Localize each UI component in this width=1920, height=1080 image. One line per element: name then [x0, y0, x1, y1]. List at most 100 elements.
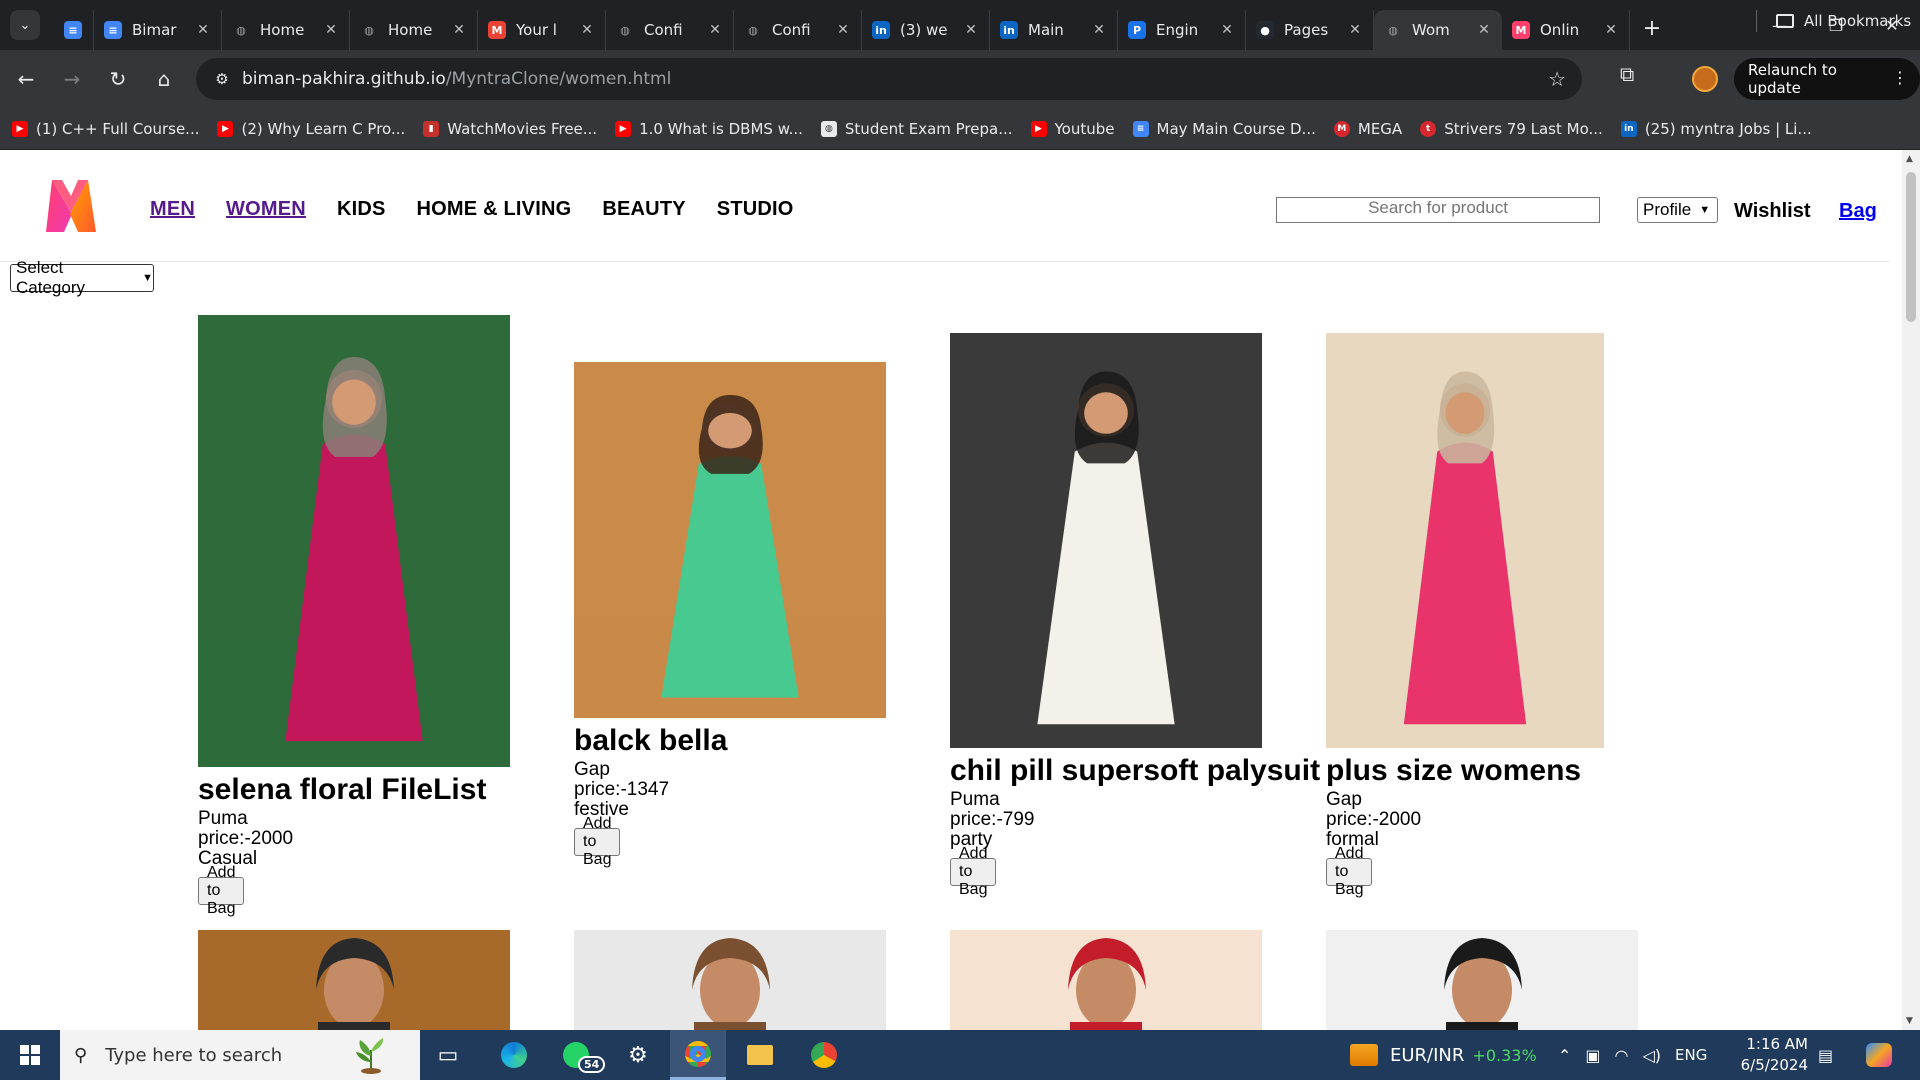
close-tab-icon[interactable]: ✕	[1219, 22, 1235, 38]
address-bar[interactable]: ⚙ biman-pakhira.github.io/MyntraClone/wo…	[196, 58, 1582, 100]
product-image[interactable]	[1326, 333, 1604, 748]
myntra-logo[interactable]	[42, 174, 100, 234]
browser-tab[interactable]: ◍ Confi ✕	[734, 10, 862, 50]
close-tab-icon[interactable]: ✕	[195, 22, 211, 38]
close-tab-icon[interactable]: ✕	[1603, 22, 1619, 38]
product-name: chil pill supersoft palysuit	[950, 754, 1321, 787]
chrome-profile-icon[interactable]	[796, 1030, 852, 1080]
browser-tab[interactable]: ◍ Home ✕	[350, 10, 478, 50]
all-bookmarks-button[interactable]: All Bookmarks	[1776, 0, 1911, 42]
browser-tab[interactable]: ≡	[52, 10, 94, 50]
browser-tab[interactable]: ◍ Confi ✕	[606, 10, 734, 50]
profile-dropdown[interactable]: Profile ▼	[1637, 197, 1718, 223]
nav-item-kids[interactable]: KIDS	[337, 198, 386, 221]
product-image[interactable]	[198, 930, 510, 1030]
notifications-icon[interactable]: ▤	[1818, 1030, 1833, 1080]
browser-tab[interactable]: ● Pages ✕	[1246, 10, 1374, 50]
scrollbar-thumb[interactable]	[1906, 172, 1916, 322]
bookmark-item[interactable]: ◍ Student Exam Prepa...	[820, 120, 1013, 138]
add-to-bag-button[interactable]: Add to Bag	[1326, 845, 1373, 898]
product-image[interactable]	[1326, 930, 1638, 1030]
product-image[interactable]	[574, 362, 886, 718]
taskbar-clock[interactable]: 1:16 AM 6/5/2024	[1718, 1034, 1808, 1076]
ticker-change: +0.33%	[1472, 1045, 1537, 1065]
chrome-icon[interactable]	[670, 1030, 726, 1080]
browser-tab[interactable]: M Onlin ✕	[1502, 10, 1630, 50]
category-dropdown[interactable]: Select Category ▼	[10, 258, 154, 297]
bookmark-item[interactable]: ≡ May Main Course D...	[1132, 120, 1316, 138]
nav-item-men[interactable]: MEN	[150, 198, 195, 221]
close-tab-icon[interactable]: ✕	[451, 22, 467, 38]
bookmark-item[interactable]: ▮ WatchMovies Free...	[423, 120, 597, 138]
home-button[interactable]: ⌂	[144, 59, 184, 99]
scroll-up-icon[interactable]: ▲	[1906, 154, 1913, 164]
edge-icon[interactable]	[486, 1030, 542, 1080]
browser-tab[interactable]: ◍ Wom ✕	[1374, 10, 1502, 50]
browser-tab[interactable]: M Your l ✕	[478, 10, 606, 50]
nav-item-studio[interactable]: STUDIO	[717, 198, 794, 221]
copilot-icon[interactable]	[1866, 1030, 1892, 1080]
wifi-icon[interactable]: ◠	[1615, 1046, 1629, 1065]
product-image[interactable]	[950, 333, 1262, 748]
nav-item-women[interactable]: WOMEN	[226, 198, 306, 221]
bookmark-star-icon[interactable]: ☆	[1548, 67, 1566, 91]
task-view-icon[interactable]: ▭	[420, 1030, 476, 1080]
file-explorer-icon[interactable]	[732, 1030, 788, 1080]
volume-icon[interactable]: ◁)	[1643, 1046, 1662, 1065]
new-tab-button[interactable]: +	[1636, 12, 1668, 44]
bookmark-item[interactable]: ▶ 1.0 What is DBMS w...	[615, 120, 803, 138]
taskbar-search[interactable]: ⚲ Type here to search	[60, 1030, 420, 1080]
reload-button[interactable]: ↻	[98, 59, 138, 99]
tab-strip: ≡ ≡ Bimar ✕ ◍ Home ✕ ◍ Home ✕ M Your l ✕ ◍ Confi ✕ ◍ Conf…	[52, 10, 1630, 50]
bookmark-item[interactable]: ▶ (1) C++ Full Course...	[12, 120, 199, 138]
add-to-bag-button[interactable]: Add to Bag	[574, 815, 621, 868]
wishlist-link[interactable]: Wishlist	[1734, 200, 1811, 223]
close-tab-icon[interactable]: ✕	[963, 22, 979, 38]
chevron-up-icon[interactable]: ⌃	[1558, 1046, 1571, 1065]
browser-tab[interactable]: ◍ Home ✕	[222, 10, 350, 50]
back-button[interactable]: ←	[6, 59, 46, 99]
product-image[interactable]	[198, 315, 510, 767]
search-input[interactable]: Search for product	[1276, 197, 1600, 223]
product-image[interactable]	[950, 930, 1262, 1030]
browser-tab[interactable]: ≡ Bimar ✕	[94, 10, 222, 50]
bag-link[interactable]: Bag	[1839, 200, 1877, 223]
scroll-down-icon[interactable]: ▼	[1906, 1016, 1913, 1026]
close-tab-icon[interactable]: ✕	[1091, 22, 1107, 38]
extensions-icon[interactable]: ⧉	[1620, 62, 1634, 86]
site-info-icon[interactable]: ⚙	[202, 70, 242, 88]
menu-dots-icon[interactable]: ⋮	[1892, 68, 1908, 87]
browser-tab[interactable]: P Engin ✕	[1118, 10, 1246, 50]
url-text: biman-pakhira.github.io/MyntraClone/wome…	[242, 69, 671, 89]
browser-tab[interactable]: in (3) we ✕	[862, 10, 990, 50]
tab-label: Confi	[644, 21, 683, 39]
bookmark-item[interactable]: ▶ (2) Why Learn C Pro...	[217, 120, 405, 138]
product-price: price:-799	[950, 809, 1035, 830]
close-tab-icon[interactable]: ✕	[323, 22, 339, 38]
add-to-bag-button[interactable]: Add to Bag	[198, 864, 245, 917]
nav-item-beauty[interactable]: BEAUTY	[602, 198, 685, 221]
bookmark-item[interactable]: ▶ Youtube	[1030, 120, 1115, 138]
bookmark-item[interactable]: t Strivers 79 Last Mo...	[1420, 120, 1603, 138]
meet-icon[interactable]: ▣	[1585, 1046, 1600, 1065]
close-tab-icon[interactable]: ✕	[835, 22, 851, 38]
close-tab-icon[interactable]: ✕	[707, 22, 723, 38]
nav-item-home-living[interactable]: HOME & LIVING	[417, 198, 572, 221]
close-tab-icon[interactable]: ✕	[1347, 22, 1363, 38]
relaunch-button[interactable]: Relaunch to update ⋮	[1734, 58, 1920, 100]
ticker-widget[interactable]: EUR/INR +0.33%	[1350, 1030, 1537, 1080]
language-indicator[interactable]: ENG	[1675, 1046, 1707, 1064]
close-tab-icon[interactable]: ✕	[1476, 22, 1492, 38]
tab-search-button[interactable]: ⌄	[10, 10, 40, 40]
forward-button[interactable]: →	[52, 59, 92, 99]
bookmark-item[interactable]: in (25) myntra Jobs | Li...	[1620, 120, 1812, 138]
bookmark-item[interactable]: M MEGA	[1333, 120, 1402, 138]
browser-tab[interactable]: in Main ✕	[990, 10, 1118, 50]
start-button[interactable]	[0, 1030, 60, 1080]
profile-avatar[interactable]	[1692, 66, 1718, 92]
page-scrollbar[interactable]: ▲ ▼	[1902, 150, 1920, 1030]
settings-gear-icon[interactable]: ⚙	[610, 1030, 666, 1080]
close-tab-icon[interactable]: ✕	[579, 22, 595, 38]
add-to-bag-button[interactable]: Add to Bag	[950, 845, 997, 898]
product-image[interactable]	[574, 930, 886, 1030]
